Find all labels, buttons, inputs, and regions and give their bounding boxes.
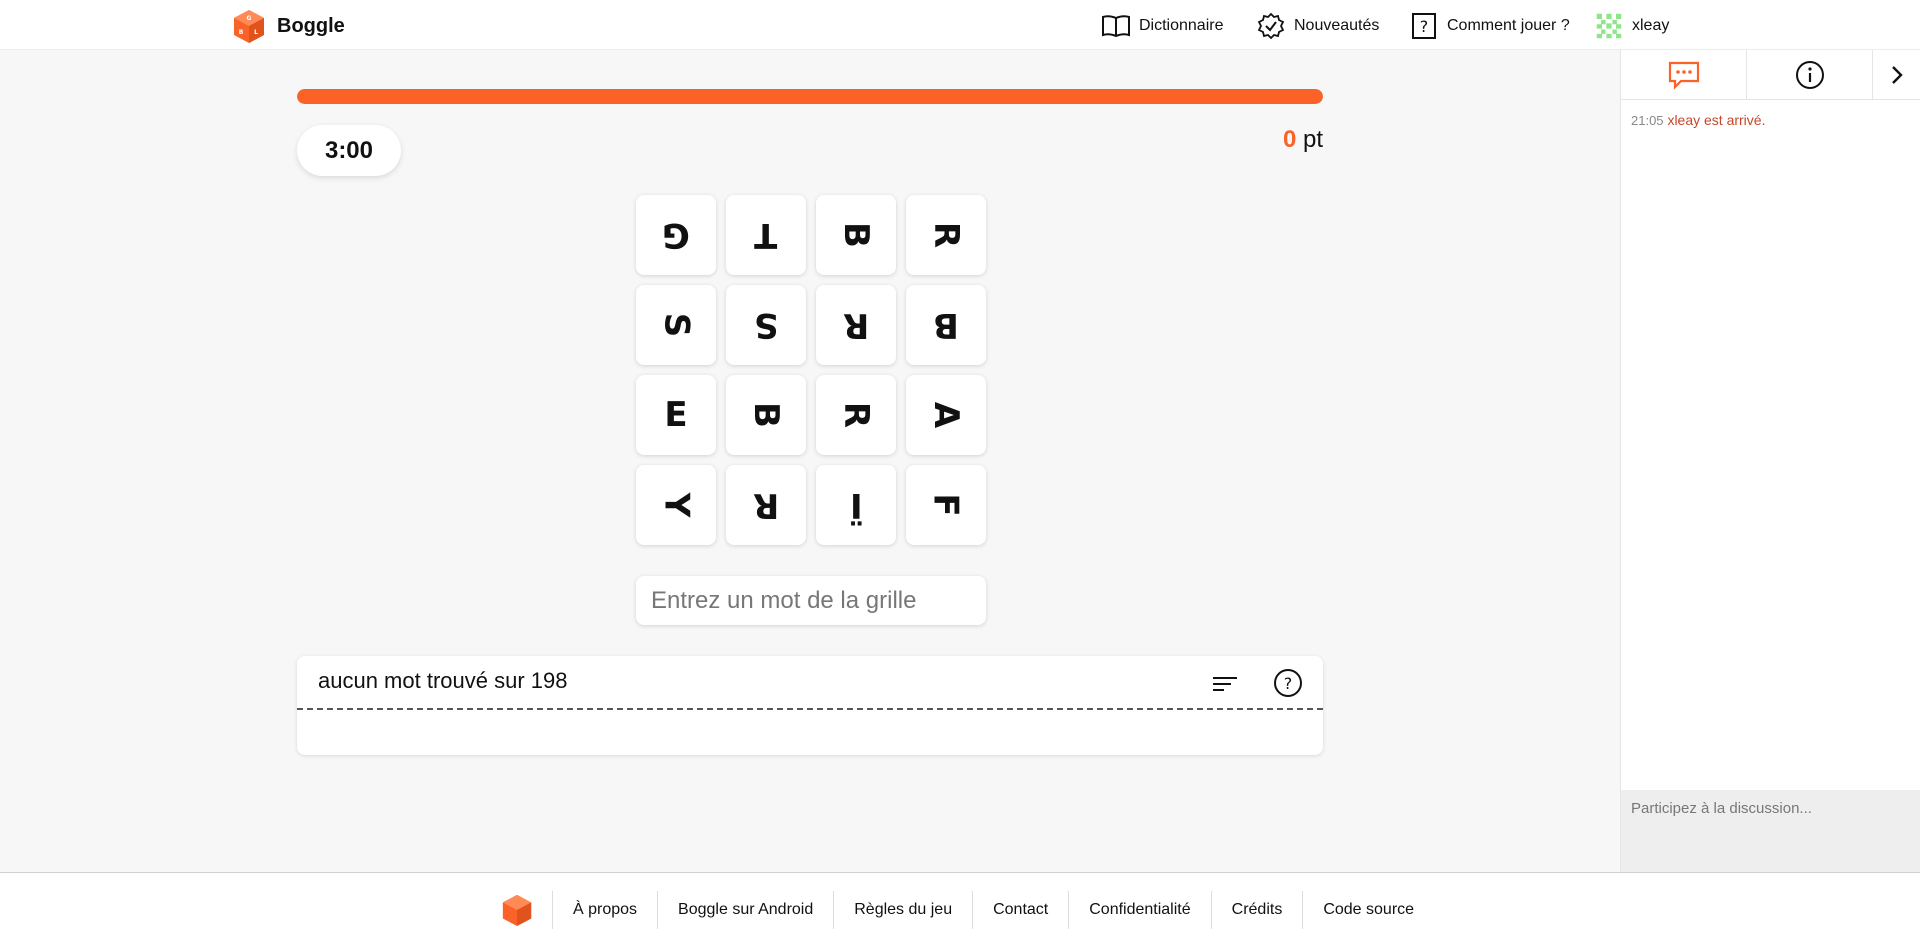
svg-text:?: ? bbox=[1284, 674, 1293, 693]
user-avatar-icon bbox=[1595, 12, 1623, 40]
collapse-sidebar-button[interactable] bbox=[1873, 50, 1920, 100]
badge-check-icon bbox=[1257, 12, 1285, 40]
tile-letter: B bbox=[933, 305, 959, 345]
footer-link-credits[interactable]: Crédits bbox=[1210, 891, 1303, 929]
score: 0 pt bbox=[1260, 126, 1323, 154]
footer-link-rules[interactable]: Règles du jeu bbox=[833, 891, 972, 929]
tile-letter: R bbox=[752, 485, 780, 525]
found-words-summary: aucun mot trouvé sur 198 bbox=[318, 668, 568, 693]
letter-tile[interactable]: B bbox=[816, 195, 896, 275]
question-box-icon: ? bbox=[1412, 13, 1436, 39]
header: G B L Boggle Dictionnaire Nouveautés ? C… bbox=[0, 0, 1920, 50]
score-unit: pt bbox=[1302, 126, 1323, 153]
footer-links: À propos Boggle sur Android Règles du je… bbox=[500, 891, 1434, 929]
chevron-right-icon bbox=[1892, 66, 1903, 84]
footer-link-contact[interactable]: Contact bbox=[972, 891, 1068, 929]
tile-letter: Y bbox=[656, 492, 696, 518]
letter-tile[interactable]: S bbox=[726, 285, 806, 365]
nav-how-to-play-label: Comment jouer ? bbox=[1447, 17, 1570, 34]
tile-letter: A bbox=[925, 401, 966, 429]
score-value: 0 bbox=[1282, 126, 1297, 153]
tile-letter: B bbox=[745, 402, 786, 428]
tile-letter: S bbox=[656, 312, 696, 338]
tile-letter: R bbox=[926, 221, 966, 249]
nav-news-label: Nouveautés bbox=[1294, 17, 1380, 34]
chat-message-text: xleay est arrivé. bbox=[1667, 112, 1766, 128]
timer-progress-bar bbox=[297, 89, 1323, 104]
tile-letter: Ï bbox=[849, 485, 863, 525]
letter-tile[interactable]: G bbox=[636, 195, 716, 275]
nav-dictionary-label: Dictionnaire bbox=[1139, 17, 1224, 34]
letter-tile[interactable]: R bbox=[816, 375, 896, 455]
letter-tile[interactable]: T bbox=[726, 195, 806, 275]
letter-tile[interactable]: R bbox=[906, 195, 986, 275]
footer-link-android[interactable]: Boggle sur Android bbox=[657, 891, 833, 929]
chat-message: 21:05 xleay est arrivé. bbox=[1631, 112, 1765, 128]
letter-tile[interactable]: S bbox=[636, 285, 716, 365]
letter-tile[interactable]: R bbox=[726, 465, 806, 545]
timer: 3:00 bbox=[297, 125, 401, 176]
book-icon bbox=[1102, 15, 1130, 38]
nav-dictionary[interactable]: Dictionnaire bbox=[1101, 12, 1223, 40]
found-words-panel: aucun mot trouvé sur 198 ? bbox=[297, 656, 1323, 755]
tile-letter: S bbox=[753, 305, 779, 345]
boggle-cube-footer-icon[interactable] bbox=[500, 893, 534, 927]
dashed-divider bbox=[297, 708, 1323, 710]
tile-letter: E bbox=[664, 395, 688, 435]
word-input[interactable] bbox=[636, 576, 986, 625]
chat-icon bbox=[1668, 61, 1699, 90]
nav-user-name: xleay bbox=[1632, 17, 1670, 34]
info-icon bbox=[1795, 61, 1824, 89]
footer-link-source[interactable]: Code source bbox=[1302, 891, 1434, 929]
svg-text:G: G bbox=[247, 15, 252, 22]
help-circle-icon[interactable]: ? bbox=[1272, 667, 1304, 699]
tab-chat[interactable] bbox=[1621, 50, 1747, 100]
footer-link-about[interactable]: À propos bbox=[552, 891, 657, 929]
footer-link-privacy[interactable]: Confidentialité bbox=[1068, 891, 1210, 929]
letter-grid: G T B R S S R B E B R A Y R Ï F bbox=[636, 195, 986, 545]
brand-logo[interactable]: G B L Boggle bbox=[231, 8, 345, 44]
nav-news[interactable]: Nouveautés bbox=[1256, 12, 1379, 40]
sort-icon[interactable] bbox=[1210, 670, 1240, 698]
letter-tile[interactable]: Ï bbox=[816, 465, 896, 545]
chat-sidebar: 21:05 xleay est arrivé. bbox=[1620, 50, 1920, 872]
sidebar-tabs bbox=[1621, 50, 1920, 100]
svg-text:B: B bbox=[239, 29, 244, 36]
chat-message-time: 21:05 bbox=[1631, 113, 1664, 128]
letter-tile[interactable]: B bbox=[726, 375, 806, 455]
letter-tile[interactable]: A bbox=[906, 375, 986, 455]
timer-progress-fill bbox=[297, 89, 1323, 104]
svg-text:L: L bbox=[254, 29, 258, 36]
letter-tile[interactable]: R bbox=[816, 285, 896, 365]
tile-letter: R bbox=[836, 401, 876, 429]
nav-user[interactable]: xleay bbox=[1594, 12, 1669, 40]
tile-letter: T bbox=[754, 215, 778, 255]
nav-how-to-play[interactable]: ? Comment jouer ? bbox=[1409, 12, 1570, 40]
boggle-cube-logo-icon: G B L bbox=[234, 10, 264, 43]
letter-tile[interactable]: F bbox=[906, 465, 986, 545]
tile-letter: R bbox=[842, 305, 870, 345]
tab-info[interactable] bbox=[1747, 50, 1873, 100]
svg-text:?: ? bbox=[1420, 17, 1429, 36]
tile-letter: G bbox=[662, 215, 690, 255]
letter-tile[interactable]: E bbox=[636, 375, 716, 455]
letter-tile[interactable]: B bbox=[906, 285, 986, 365]
tile-letter: B bbox=[835, 222, 876, 248]
brand-name: Boggle bbox=[277, 14, 345, 37]
footer: À propos Boggle sur Android Règles du je… bbox=[0, 872, 1920, 951]
tile-letter: F bbox=[925, 493, 966, 517]
letter-tile[interactable]: Y bbox=[636, 465, 716, 545]
chat-input[interactable] bbox=[1621, 790, 1920, 872]
